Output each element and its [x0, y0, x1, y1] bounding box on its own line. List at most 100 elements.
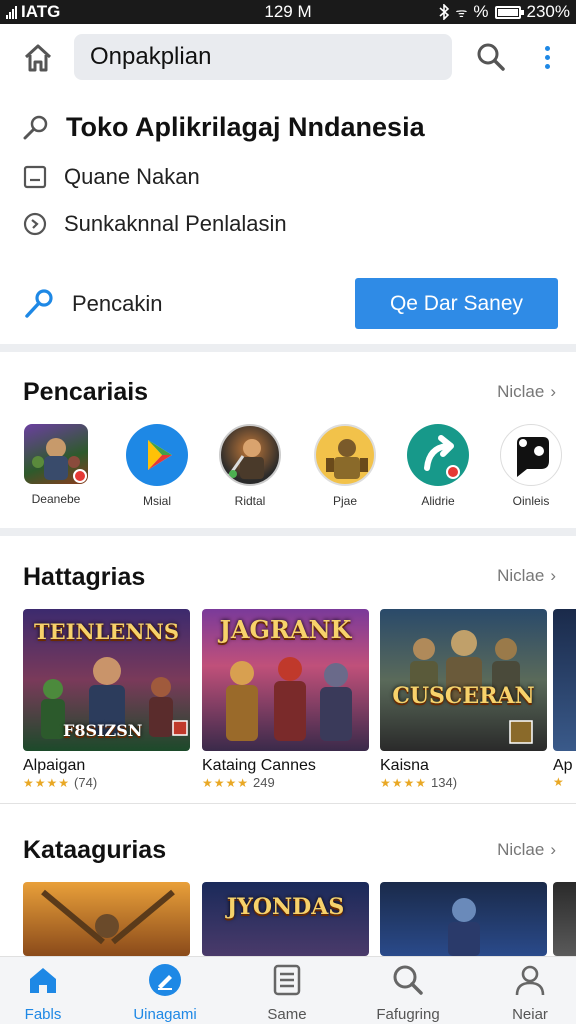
- section-title-2: Hattagrias: [23, 563, 146, 591]
- nav-label: Fabls: [24, 1006, 62, 1023]
- game-card[interactable]: CUSCERAN Kaisna ★★★★ 134): [380, 609, 547, 790]
- game-card[interactable]: [553, 882, 576, 956]
- game-name: Ap: [553, 757, 573, 774]
- section-2-more-link[interactable]: Niclae ›: [497, 566, 556, 586]
- star-rating-icon: ★★★★: [380, 775, 428, 790]
- nav-label: Uinagami: [133, 1006, 197, 1023]
- section-3-more-label: Niclae: [497, 840, 545, 859]
- game-art: JYONDAS: [202, 882, 369, 956]
- app-item[interactable]: Deanebe: [18, 424, 94, 506]
- game-card[interactable]: Ap ★: [553, 609, 576, 789]
- game-art: [553, 609, 576, 751]
- game-art-subtitle: F8SIZSN: [63, 721, 143, 740]
- nav-label: Neiar: [512, 1006, 548, 1023]
- apps-icon: [149, 964, 181, 996]
- info-link[interactable]: Pencakin: [22, 287, 163, 321]
- app-item[interactable]: Oinleis: [493, 424, 569, 508]
- home-icon: [30, 968, 56, 993]
- game-name: Alpaigan: [23, 757, 86, 774]
- game-card[interactable]: JYONDAS: [202, 882, 369, 956]
- search-button[interactable]: [474, 40, 508, 74]
- primary-cta-button[interactable]: Qe Dar Saney: [355, 278, 558, 329]
- section-1-more-label: Niclae: [497, 382, 545, 401]
- star-rating-icon: ★: [553, 775, 565, 789]
- game-art: TEINLENNS F8SIZSN: [23, 609, 190, 751]
- rating-count: 249: [253, 775, 275, 790]
- search-input[interactable]: Onpakplian: [74, 34, 452, 80]
- home-icon: [24, 44, 52, 72]
- divider: [0, 528, 576, 536]
- app-label: Msial: [142, 494, 171, 508]
- search-input-value: Onpakplian: [90, 43, 212, 70]
- nav-item-same[interactable]: Same: [232, 963, 342, 1023]
- bluetooth-icon: [438, 4, 449, 20]
- list-icon: [273, 964, 301, 996]
- app-item[interactable]: Ridtal: [212, 424, 288, 508]
- search-outline-icon: [23, 115, 48, 139]
- nav-item-neiar[interactable]: Neiar: [475, 963, 576, 1023]
- key-icon: [25, 289, 53, 318]
- game-art: [553, 882, 576, 956]
- app-item[interactable]: Alidrie: [400, 424, 476, 508]
- app-bar: Onpakplian: [0, 24, 576, 92]
- nav-label: Same: [267, 1006, 307, 1023]
- black-chat-icon: [500, 424, 562, 486]
- chevron-right-icon: ›: [550, 840, 556, 859]
- primary-cta-label: Qe Dar Saney: [389, 291, 524, 315]
- info-line-1[interactable]: Quane Nakan: [22, 164, 200, 190]
- search-icon: [393, 965, 423, 995]
- game-name: Kataing Cannes: [202, 757, 316, 774]
- app-item[interactable]: Pjae: [307, 424, 383, 508]
- game-card[interactable]: JAGRANK Kataing Cannes ★★★★ 249: [202, 609, 369, 790]
- nav-item-fabls[interactable]: Fabls: [0, 963, 98, 1023]
- divider: [0, 344, 576, 352]
- game-art-title: TEINLENNS: [34, 619, 179, 644]
- game-card[interactable]: [23, 882, 190, 956]
- rating-count: (74): [74, 775, 98, 790]
- section-3-more-link[interactable]: Niclae ›: [497, 840, 556, 860]
- more-vertical-icon[interactable]: [534, 40, 560, 74]
- wifi-icon: ᯤ: [455, 5, 468, 20]
- info-panel: Toko Aplikrilagaj Nndanesia Quane Nakan …: [0, 92, 576, 344]
- app-label: Alidrie: [421, 494, 455, 508]
- game-thumb-icon: [24, 424, 88, 484]
- rating: ★★★★ 249: [202, 775, 369, 790]
- game-art: [23, 882, 190, 956]
- game-art: [380, 882, 547, 956]
- info-line-2[interactable]: Sunkaknnal Penlalasin: [22, 211, 287, 237]
- app-label: Oinleis: [512, 494, 550, 508]
- home-button[interactable]: [20, 40, 56, 76]
- golden-warrior-icon: [314, 424, 376, 486]
- app-label: Ridtal: [234, 494, 266, 508]
- divider: [0, 803, 576, 804]
- signal-percent: %: [473, 2, 489, 21]
- section-1-more-link[interactable]: Niclae ›: [497, 382, 556, 402]
- play-store-icon: [126, 424, 188, 486]
- game-card[interactable]: TEINLENNS F8SIZSN Alpaigan ★★★★ (74): [23, 609, 190, 790]
- person-icon: [515, 965, 545, 996]
- info-line-1-label: Quane Nakan: [64, 164, 200, 189]
- chevron-right-icon: ›: [550, 382, 556, 401]
- rating: ★★★★ (74): [23, 775, 190, 790]
- section-title-1: Pencariais: [23, 378, 149, 406]
- nav-item-uinagami[interactable]: Uinagami: [110, 963, 220, 1023]
- game-art-title: JAGRANK: [219, 615, 352, 644]
- game-art-title: CUSCERAN: [392, 683, 535, 709]
- nav-label: Fafugring: [376, 1006, 440, 1023]
- game-name: Kaisna: [380, 757, 429, 774]
- bottom-nav: Fabls Uinagami Same Fafugring Neiar: [0, 956, 576, 1024]
- section-title-3: Kataagurias: [23, 836, 167, 864]
- chevron-right-icon: ›: [550, 566, 556, 585]
- section-2-more-label: Niclae: [497, 566, 545, 585]
- app-item[interactable]: Msial: [119, 424, 195, 508]
- store-title: Toko Aplikrilagaj Nndanesia: [66, 112, 425, 142]
- search-icon: [477, 43, 505, 71]
- info-link-label: Pencakin: [72, 291, 163, 316]
- game-art-title: JYONDAS: [226, 894, 345, 920]
- nav-item-fafugring[interactable]: Fafugring: [353, 963, 463, 1023]
- rating: ★★★★ 134): [380, 775, 547, 790]
- game-card[interactable]: [380, 882, 547, 956]
- game-art: JAGRANK: [202, 609, 369, 751]
- square-icon: [23, 165, 47, 189]
- star-rating-icon: ★★★★: [202, 775, 250, 790]
